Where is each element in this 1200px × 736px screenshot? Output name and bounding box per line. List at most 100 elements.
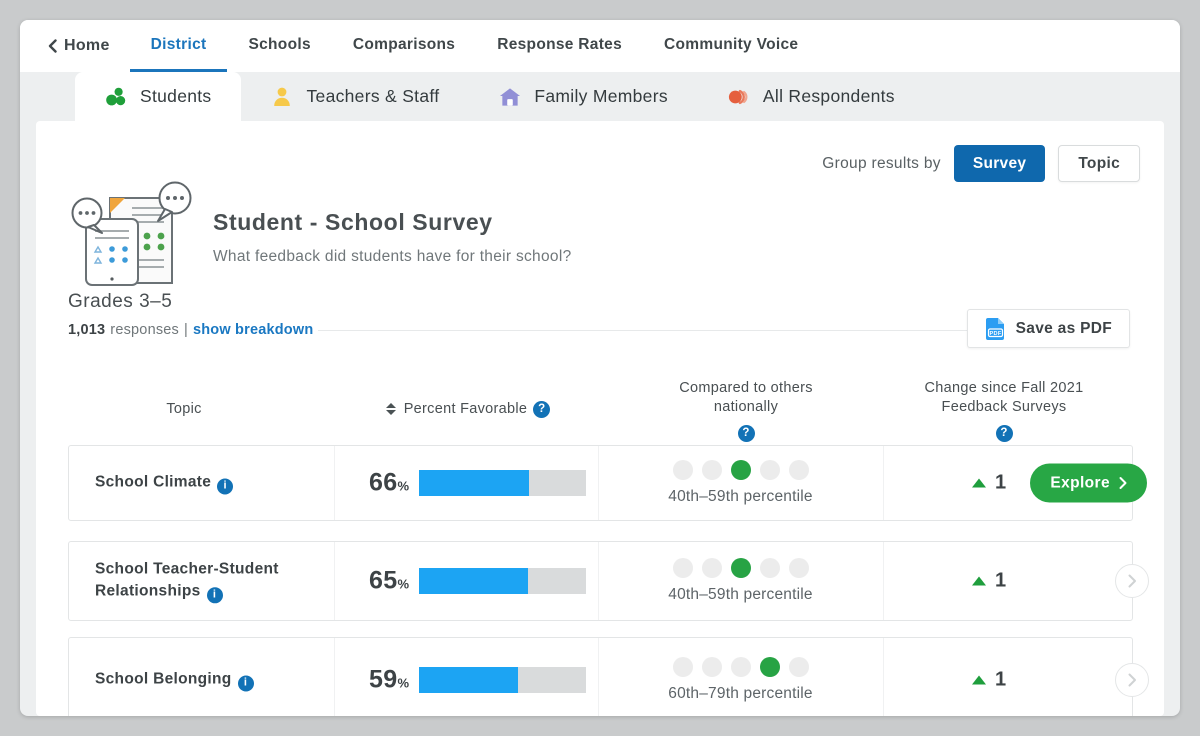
nav-item-comparisons[interactable]: Comparisons <box>332 20 476 72</box>
pdf-file-icon: PDF <box>985 317 1006 341</box>
info-icon[interactable]: i <box>217 478 234 495</box>
percentile-dot <box>672 460 693 480</box>
row-expand-chevron-button[interactable] <box>1115 663 1149 697</box>
help-icon[interactable]: ? <box>533 400 551 418</box>
percentile-cell: 40th–59th percentile <box>598 558 883 604</box>
topic-text: School Teacher-Student Relationships <box>95 560 279 600</box>
table-row-school-belonging: School Belonging i 59% 60th–79th percenti… <box>68 637 1149 716</box>
person-icon <box>271 86 293 108</box>
responses-label: responses <box>110 322 179 338</box>
percentile-dot <box>701 657 722 677</box>
topic-text: School Belonging <box>95 670 232 688</box>
separator: | <box>184 322 188 338</box>
percent-number: 59 <box>369 665 398 694</box>
arrow-up-icon <box>971 576 986 586</box>
change-line1: Change since Fall 2021 <box>924 380 1084 396</box>
home-link[interactable]: Home <box>48 20 110 72</box>
survey-dashboard: { "nav": { "home_label": "Home", "items"… <box>0 0 1200 736</box>
overlapping-circles-icon <box>728 86 750 108</box>
nav-item-schools[interactable]: Schools <box>227 20 331 72</box>
table-row-school-climate: School Climate i 66% 40th–59th percentile… <box>68 445 1147 521</box>
percent-favorable-value: 66% <box>337 469 409 498</box>
house-icon <box>499 86 521 108</box>
favorable-bar <box>419 568 586 594</box>
change-cell: 1 <box>899 570 1079 593</box>
change-cell: 1 <box>899 669 1079 692</box>
nav-item-response-rates[interactable]: Response Rates <box>476 20 643 72</box>
percentile-dot <box>701 558 722 578</box>
help-icon[interactable]: ? <box>995 424 1013 442</box>
topic-text: School Climate <box>95 473 212 491</box>
tab-teachers-staff[interactable]: Teachers & Staff <box>241 72 469 121</box>
percentile-dot-active <box>730 460 751 480</box>
show-breakdown-link[interactable]: show breakdown <box>193 322 313 338</box>
tab-students[interactable]: Students <box>75 72 242 121</box>
percentile-dots <box>672 657 809 677</box>
percentile-dot <box>701 460 722 480</box>
explore-button[interactable]: Explore <box>1030 463 1147 503</box>
help-icon[interactable]: ? <box>737 424 755 442</box>
favorable-bar-fill <box>419 667 518 693</box>
tab-family-members[interactable]: Family Members <box>469 72 698 121</box>
group-by-topic-button[interactable]: Topic <box>1058 145 1140 182</box>
percentile-dots <box>672 460 809 480</box>
group-by-survey-button[interactable]: Survey <box>953 145 1046 182</box>
column-separator <box>334 446 335 520</box>
column-header-compared-nationally: Compared to others nationally ? <box>596 379 896 442</box>
tab-label: All Respondents <box>762 86 895 106</box>
percentile-dot <box>730 657 751 677</box>
column-separator <box>334 638 335 716</box>
percentile-dot <box>788 657 809 677</box>
favorable-bar-fill <box>419 568 528 594</box>
change-value: 1 <box>994 471 1007 494</box>
column-separator <box>883 446 884 520</box>
chevron-right-icon <box>1119 477 1127 490</box>
sort-icon[interactable] <box>385 403 396 416</box>
responses-count: 1,013 <box>68 322 106 338</box>
percentile-label: 60th–79th percentile <box>668 685 813 702</box>
column-header-topic: Topic <box>166 401 202 417</box>
column-header-percent-favorable: Percent Favorable ? <box>336 400 600 419</box>
percentile-dot <box>759 460 780 480</box>
percent-sign: % <box>397 675 409 691</box>
info-icon[interactable]: i <box>237 675 254 692</box>
percentile-dot <box>788 460 809 480</box>
percentile-dot-active <box>730 558 751 578</box>
save-pdf-label: Save as PDF <box>1015 319 1112 337</box>
row-expand-chevron-button[interactable] <box>1115 564 1149 598</box>
survey-illustration <box>70 181 194 292</box>
chevron-left-icon <box>48 39 57 53</box>
tab-label: Teachers & Staff <box>306 86 440 106</box>
compared-line2: nationally <box>713 398 779 415</box>
favorable-bar-fill <box>419 470 530 496</box>
percentile-label: 40th–59th percentile <box>668 488 813 505</box>
audience-tabstrip: Students Teachers & Staff Family Members <box>20 72 1180 121</box>
column-separator <box>883 638 884 716</box>
tab-all-respondents[interactable]: All Respondents <box>698 72 925 121</box>
save-as-pdf-button[interactable]: PDF Save as PDF <box>966 309 1130 348</box>
percent-favorable-value: 65% <box>337 567 409 596</box>
change-value: 1 <box>994 668 1007 691</box>
topic-label: School Teacher-Student Relationships i <box>95 558 320 604</box>
results-card: Group results by Survey Topic Student - … <box>36 121 1164 716</box>
column-separator <box>334 542 335 620</box>
compared-line1: Compared to others <box>679 380 813 396</box>
change-line2: Feedback Surveys <box>941 398 1067 415</box>
percentile-dot <box>788 558 809 578</box>
tab-label: Family Members <box>534 86 668 106</box>
topic-label: School Climate i <box>95 472 320 495</box>
nav-item-community-voice[interactable]: Community Voice <box>643 20 819 72</box>
students-cluster-icon <box>105 86 127 108</box>
info-icon[interactable]: i <box>206 587 223 604</box>
nav-item-district[interactable]: District <box>129 20 228 72</box>
percentile-cell: 40th–59th percentile <box>598 460 883 506</box>
percent-favorable-value: 59% <box>337 666 409 695</box>
favorable-bar <box>419 470 586 496</box>
percentile-dot-active <box>759 657 780 677</box>
app-window: Home District Schools Comparisons Respon… <box>20 20 1180 716</box>
percent-favorable-label: Percent Favorable <box>403 401 528 417</box>
group-results-label: Group results by <box>822 154 941 172</box>
percentile-dots <box>672 558 809 578</box>
change-value: 1 <box>994 569 1007 592</box>
top-navbar: Home District Schools Comparisons Respon… <box>20 20 1180 72</box>
